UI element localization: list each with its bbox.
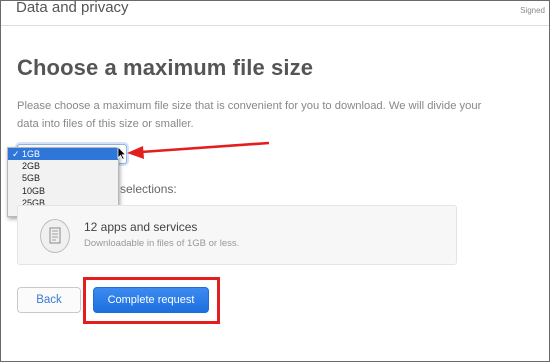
app-title: Data and privacy (16, 0, 129, 16)
back-button[interactable]: Back (17, 287, 81, 313)
selections-label: selections: (120, 182, 177, 196)
dropdown-option[interactable]: 5GB (8, 172, 118, 184)
download-note: Downloadable in files of 1GB or less. (84, 238, 240, 249)
page-description: Please choose a maximum file size that i… (17, 100, 482, 130)
apps-count: 12 apps and services (84, 220, 198, 234)
top-bar: Data and privacy Signed (1, 0, 549, 26)
document-icon (40, 219, 70, 253)
page-heading: Choose a maximum file size (17, 55, 314, 80)
complete-request-button[interactable]: Complete request (93, 287, 209, 313)
mouse-cursor-icon (117, 146, 127, 160)
dropdown-option[interactable]: 10GB (8, 185, 118, 197)
summary-card: 12 apps and services Downloadable in fil… (17, 205, 457, 265)
dropdown-option[interactable]: 2GB (8, 160, 118, 172)
dropdown-option[interactable]: ✓ 1GB (8, 148, 118, 161)
checkmark-icon: ✓ (12, 149, 20, 159)
signed-in-label: Signed (520, 6, 545, 15)
